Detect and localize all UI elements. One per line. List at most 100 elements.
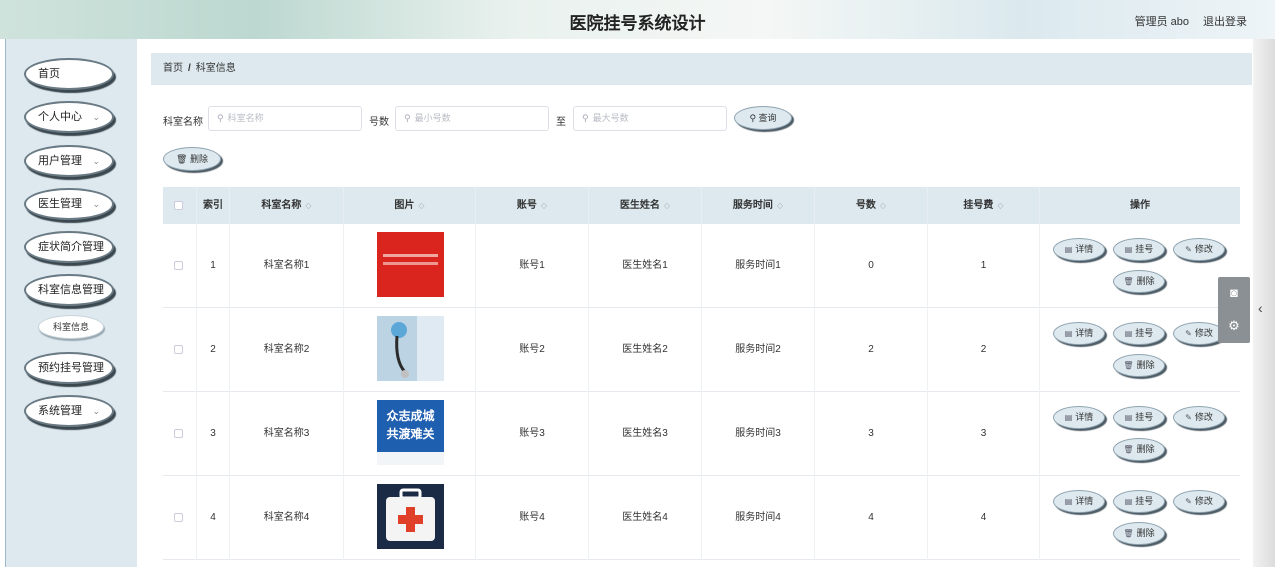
- delete-label: 删除: [1136, 528, 1155, 538]
- delete-button-label: 删除: [189, 154, 208, 164]
- column-header-fee[interactable]: 挂号费 ◇: [928, 187, 1040, 224]
- breadcrumb-home[interactable]: 首页: [163, 63, 183, 74]
- cell-index: 3: [197, 392, 230, 476]
- register-label: 挂号: [1135, 412, 1154, 422]
- document-icon: ▤: [1064, 329, 1073, 338]
- delete-button[interactable]: 🗑 删除: [1113, 522, 1165, 545]
- sidebar-item-home[interactable]: 首页: [24, 58, 114, 90]
- sidebar-item-label: 系统管理: [38, 405, 82, 417]
- document-icon: ▤: [1124, 497, 1133, 506]
- cell-account: 账号3: [476, 392, 589, 476]
- sidebar-item-departments[interactable]: 科室信息管理: [24, 274, 114, 306]
- row-checkbox[interactable]: [174, 429, 183, 438]
- detail-button[interactable]: ▤ 详情: [1053, 490, 1105, 513]
- edit-icon: ✎: [1185, 497, 1192, 506]
- column-header-account[interactable]: 账号 ◇: [476, 187, 589, 224]
- chevron-down-icon: ⌄: [92, 112, 100, 122]
- sidebar-item-label: 科室信息管理: [38, 284, 104, 296]
- column-header-image[interactable]: 图片 ◇: [344, 187, 476, 224]
- cell-fee: 2: [928, 308, 1040, 392]
- app-header: 医院挂号系统设计 管理员 abo 退出登录: [0, 0, 1275, 39]
- camera-icon[interactable]: ◙: [1226, 285, 1242, 301]
- row-checkbox[interactable]: [174, 345, 183, 354]
- search-icon: ⚲: [217, 113, 224, 123]
- edit-label: 修改: [1194, 412, 1213, 422]
- sidebar-item-label: 预约挂号管理: [38, 362, 104, 374]
- detail-button[interactable]: ▤ 详情: [1053, 406, 1105, 429]
- document-icon: ▤: [1064, 497, 1073, 506]
- sidebar-item-appointments[interactable]: 预约挂号管理: [24, 352, 114, 384]
- input-placeholder: 最小号数: [414, 113, 451, 123]
- sort-icon: ◇: [776, 201, 784, 210]
- edit-icon: ✎: [1185, 329, 1192, 338]
- logout-link[interactable]: 退出登录: [1203, 13, 1247, 29]
- cell-time: 服务时间2: [702, 308, 815, 392]
- sidebar-item-doctors[interactable]: 医生管理 ⌄: [24, 188, 114, 220]
- delete-button[interactable]: 🗑 删除: [1113, 354, 1165, 377]
- column-header-doctor[interactable]: 医生姓名 ◇: [589, 187, 702, 224]
- trash-icon: 🗑: [1123, 445, 1134, 454]
- row-select-cell: [163, 392, 197, 476]
- row-checkbox[interactable]: [174, 513, 183, 522]
- chevron-down-icon: ⌄: [92, 156, 100, 166]
- submenu-item-department-info[interactable]: 科室信息: [38, 315, 104, 339]
- register-button[interactable]: ▤ 挂号: [1113, 490, 1165, 513]
- delete-button[interactable]: 🗑 删除: [1113, 270, 1165, 293]
- edit-button[interactable]: ✎ 修改: [1173, 406, 1225, 429]
- column-header-time[interactable]: 服务时间 ◇: [702, 187, 815, 224]
- number-label: 号数: [369, 117, 389, 128]
- search-icon: ⚲: [749, 113, 759, 123]
- max-number-input[interactable]: ⚲ 最大号数: [573, 106, 727, 131]
- cell-name: 科室名称4: [230, 476, 344, 560]
- department-image-red-banner: [377, 232, 444, 297]
- select-all-checkbox[interactable]: [174, 201, 183, 210]
- sidebar-item-label: 个人中心: [38, 111, 82, 123]
- search-icon: ⚲: [404, 113, 411, 123]
- app-title: 医院挂号系统设计: [569, 14, 706, 34]
- detail-label: 详情: [1075, 496, 1094, 506]
- edit-button[interactable]: ✎ 修改: [1173, 490, 1225, 513]
- row-select-cell: [163, 308, 197, 392]
- detail-button[interactable]: ▤ 详情: [1053, 238, 1105, 261]
- query-button[interactable]: ⚲ 查询: [734, 106, 792, 130]
- sidebar-item-users[interactable]: 用户管理 ⌄: [24, 145, 114, 177]
- settings-icon[interactable]: ⚙: [1226, 318, 1242, 334]
- right-scroll-area: [1253, 39, 1275, 567]
- min-number-input[interactable]: ⚲ 最小号数: [395, 106, 549, 131]
- batch-delete-button[interactable]: 🗑 删除: [163, 147, 221, 171]
- register-button[interactable]: ▤ 挂号: [1113, 238, 1165, 261]
- register-button[interactable]: ▤ 挂号: [1113, 322, 1165, 345]
- cell-count: 3: [815, 392, 928, 476]
- sidebar-item-symptoms[interactable]: 症状简介管理: [24, 231, 114, 263]
- edit-label: 修改: [1194, 496, 1213, 506]
- edit-icon: ✎: [1185, 245, 1192, 254]
- sort-icon: ◇: [540, 201, 548, 210]
- column-header-name[interactable]: 科室名称 ◇: [230, 187, 344, 224]
- delete-label: 删除: [1136, 444, 1155, 454]
- sidebar-item-label: 用户管理: [38, 155, 82, 167]
- row-checkbox[interactable]: [174, 261, 183, 270]
- cell-name: 科室名称3: [230, 392, 344, 476]
- sidebar-item-personal[interactable]: 个人中心 ⌄: [24, 101, 114, 133]
- admin-user: 管理员 abo: [1134, 16, 1189, 28]
- cell-fee: 1: [928, 224, 1040, 308]
- delete-label: 删除: [1136, 276, 1155, 286]
- department-name-input[interactable]: ⚲ 科室名称: [208, 106, 362, 131]
- column-header-count[interactable]: 号数 ◇: [815, 187, 928, 224]
- edit-button[interactable]: ✎ 修改: [1173, 238, 1225, 261]
- cell-time: 服务时间1: [702, 224, 815, 308]
- sidebar-item-label: 医生管理: [38, 198, 82, 210]
- search-icon: ⚲: [582, 113, 589, 123]
- sidebar-item-system[interactable]: 系统管理 ⌄: [24, 395, 114, 427]
- chevron-left-icon[interactable]: ‹: [1258, 300, 1263, 316]
- delete-button[interactable]: 🗑 删除: [1113, 438, 1165, 461]
- register-button[interactable]: ▤ 挂号: [1113, 406, 1165, 429]
- edit-icon: ✎: [1185, 413, 1192, 422]
- table-row: 3 科室名称3 众志成城 共渡难关 账号3 医生姓名3 服务时间3 3 3 ▤ 详…: [163, 392, 1240, 476]
- department-image-first-aid-kit: [377, 484, 444, 549]
- detail-button[interactable]: ▤ 详情: [1053, 322, 1105, 345]
- chevron-down-icon: ⌄: [92, 199, 100, 209]
- trash-icon: 🗑: [1123, 277, 1134, 286]
- document-icon: ▤: [1124, 329, 1133, 338]
- sort-icon: ◇: [663, 201, 671, 210]
